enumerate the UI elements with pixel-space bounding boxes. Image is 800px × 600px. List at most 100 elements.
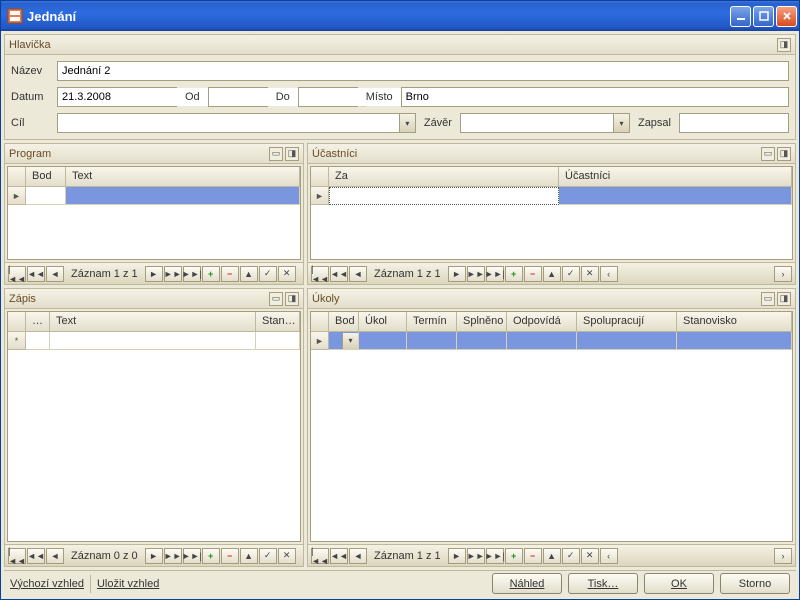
nav-prevpage-icon[interactable]: ◄◄ [330, 548, 348, 564]
nav-first-icon[interactable]: |◄◄ [8, 266, 26, 282]
to-field[interactable]: ▲▼ [298, 87, 358, 107]
wrote-field[interactable] [679, 113, 789, 133]
nav-prevpage-icon[interactable]: ◄◄ [27, 548, 45, 564]
edit-icon[interactable]: ▲ [240, 266, 258, 282]
col-splneno[interactable]: Splněno [457, 312, 507, 331]
scroll-left-icon[interactable]: ‹ [600, 548, 618, 564]
col-termin[interactable]: Termín [407, 312, 457, 331]
col-ucastnici[interactable]: Účastníci [559, 167, 792, 186]
nav-nextpage-icon[interactable]: ►► [164, 266, 182, 282]
nav-prev-icon[interactable]: ◄ [349, 548, 367, 564]
ok-icon[interactable]: ✓ [259, 548, 277, 564]
col-stan[interactable]: Stan… [256, 312, 300, 331]
nav-first-icon[interactable]: |◄◄ [8, 548, 26, 564]
program-grid[interactable]: Bod Text ► [7, 166, 301, 260]
scroll-left-icon[interactable]: ‹ [600, 266, 618, 282]
scroll-right-icon[interactable]: › [774, 548, 792, 564]
table-row[interactable]: * [8, 332, 300, 350]
cancel-icon[interactable]: ✕ [581, 266, 599, 282]
goal-field[interactable]: ▾ [57, 113, 416, 133]
pin-icon[interactable]: ◨ [777, 292, 791, 306]
conclusion-field[interactable]: ▾ [460, 113, 630, 133]
preview-button[interactable]: Náhled [492, 573, 562, 594]
place-field[interactable] [401, 87, 789, 107]
col-text[interactable]: Text [50, 312, 256, 331]
col-ukol[interactable]: Úkol [359, 312, 407, 331]
nav-nextpage-icon[interactable]: ►► [164, 548, 182, 564]
cancel-icon[interactable]: ✕ [278, 548, 296, 564]
maximize-icon[interactable]: ▭ [761, 292, 775, 306]
edit-icon[interactable]: ▲ [240, 548, 258, 564]
nav-first-icon[interactable]: |◄◄ [311, 266, 329, 282]
scroll-right-icon[interactable]: › [774, 266, 792, 282]
ok-icon[interactable]: ✓ [562, 266, 580, 282]
pin-icon[interactable]: ◨ [777, 147, 791, 161]
nav-last-icon[interactable]: ►►| [486, 266, 504, 282]
dropdown-icon[interactable]: ▾ [613, 114, 629, 132]
maximize-icon[interactable]: ▭ [269, 147, 283, 161]
remove-icon[interactable]: − [524, 548, 542, 564]
nav-prevpage-icon[interactable]: ◄◄ [27, 266, 45, 282]
from-field[interactable]: ▲▼ [208, 87, 268, 107]
add-icon[interactable]: + [505, 548, 523, 564]
table-row[interactable]: ► [8, 187, 300, 205]
nav-prev-icon[interactable]: ◄ [46, 548, 64, 564]
ok-icon[interactable]: ✓ [259, 266, 277, 282]
print-button[interactable]: Tisk… [568, 573, 638, 594]
col-stanovisko[interactable]: Stanovisko [677, 312, 792, 331]
nav-last-icon[interactable]: ►►| [486, 548, 504, 564]
nav-next-icon[interactable]: ► [145, 548, 163, 564]
pin-icon[interactable]: ◨ [285, 292, 299, 306]
nav-last-icon[interactable]: ►►| [183, 266, 201, 282]
maximize-button[interactable] [753, 6, 774, 27]
cancel-button[interactable]: Storno [720, 573, 790, 594]
zapis-grid[interactable]: … Text Stan… * [7, 311, 301, 542]
add-icon[interactable]: + [202, 548, 220, 564]
pin-icon[interactable]: ◨ [777, 38, 791, 52]
nav-prev-icon[interactable]: ◄ [349, 266, 367, 282]
nav-nextpage-icon[interactable]: ►► [467, 266, 485, 282]
col-dots[interactable]: … [26, 312, 50, 331]
remove-icon[interactable]: − [221, 266, 239, 282]
col-za[interactable]: Za [329, 167, 559, 186]
default-layout-link[interactable]: Výchozí vzhled [10, 578, 84, 590]
remove-icon[interactable]: − [221, 548, 239, 564]
remove-icon[interactable]: − [524, 266, 542, 282]
cancel-icon[interactable]: ✕ [278, 266, 296, 282]
col-spolupracuji[interactable]: Spolupracují [577, 312, 677, 331]
col-odpovida[interactable]: Odpovídá [507, 312, 577, 331]
edit-icon[interactable]: ▲ [543, 548, 561, 564]
nav-prevpage-icon[interactable]: ◄◄ [330, 266, 348, 282]
table-row[interactable]: ► ▾ [311, 332, 792, 350]
nav-next-icon[interactable]: ► [145, 266, 163, 282]
col-bod[interactable]: Bod [329, 312, 359, 331]
add-icon[interactable]: + [505, 266, 523, 282]
cancel-icon[interactable]: ✕ [581, 548, 599, 564]
dropdown-icon[interactable]: ▾ [399, 114, 415, 132]
ok-icon[interactable]: ✓ [562, 548, 580, 564]
nav-nextpage-icon[interactable]: ►► [467, 548, 485, 564]
nav-next-icon[interactable]: ► [448, 548, 466, 564]
nav-next-icon[interactable]: ► [448, 266, 466, 282]
edit-icon[interactable]: ▲ [543, 266, 561, 282]
nav-prev-icon[interactable]: ◄ [46, 266, 64, 282]
close-button[interactable] [776, 6, 797, 27]
col-bod[interactable]: Bod [26, 167, 66, 186]
minimize-button[interactable] [730, 6, 751, 27]
name-field[interactable] [57, 61, 789, 81]
pin-icon[interactable]: ◨ [285, 147, 299, 161]
add-icon[interactable]: + [202, 266, 220, 282]
participants-grid[interactable]: Za Účastníci ► [310, 166, 793, 260]
save-layout-link[interactable]: Uložit vzhled [97, 578, 159, 590]
maximize-icon[interactable]: ▭ [761, 147, 775, 161]
ukoly-grid[interactable]: Bod Úkol Termín Splněno Odpovídá Spolupr… [310, 311, 793, 542]
date-field[interactable]: ▾ [57, 87, 177, 107]
dropdown-icon[interactable]: ▾ [342, 333, 358, 349]
table-row[interactable]: ► [311, 187, 792, 205]
ok-button[interactable]: OK [644, 573, 714, 594]
ukoly-panel: Úkoly ▭ ◨ Bod Úkol Termín Splněno Odpoví… [307, 288, 796, 567]
col-text[interactable]: Text [66, 167, 300, 186]
maximize-icon[interactable]: ▭ [269, 292, 283, 306]
nav-first-icon[interactable]: |◄◄ [311, 548, 329, 564]
nav-last-icon[interactable]: ►►| [183, 548, 201, 564]
